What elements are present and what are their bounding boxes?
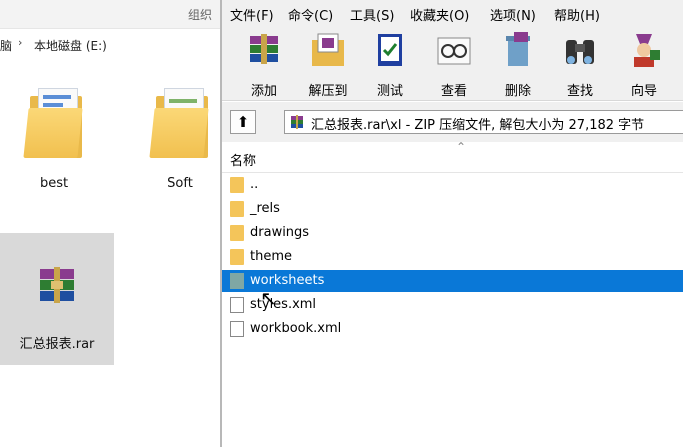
- explorer-ribbon: 组织: [0, 0, 220, 29]
- up-folder-button[interactable]: ⬆: [230, 110, 256, 134]
- delete-label: 删除: [504, 84, 531, 99]
- folder-icon: [230, 273, 244, 289]
- winrar-window: 文件(F) 命令(C) 工具(S) 收藏夹(O) 选项(N) 帮助(H) 添加 …: [220, 0, 683, 447]
- menu-help[interactable]: 帮助(H): [554, 5, 600, 24]
- menu-options[interactable]: 选项(N): [490, 5, 536, 24]
- explorer-window: 组织 脑 › 本地磁盘 (E:) best Soft 汇总报表.rar: [0, 0, 220, 447]
- rar-file-label: 汇总报表.rar: [19, 337, 95, 352]
- extract-folder-icon: [308, 30, 348, 70]
- delete-button[interactable]: 删除: [490, 30, 546, 99]
- list-item[interactable]: theme: [222, 246, 683, 268]
- list-item[interactable]: ..: [222, 174, 683, 196]
- winrar-archive-icon: [40, 267, 74, 303]
- list-item-name: theme: [250, 249, 292, 264]
- folder-icon: [149, 88, 210, 158]
- extract-to-label: 解压到: [308, 84, 348, 99]
- archive-path-text: 汇总报表.rar\xl - ZIP 压缩文件, 解包大小为 27,182 字节: [311, 118, 645, 133]
- folder-label: Soft: [167, 176, 193, 191]
- list-item[interactable]: styles.xml: [222, 294, 683, 316]
- list-item[interactable]: workbook.xml: [222, 318, 683, 340]
- explorer-address-bar[interactable]: 脑 › 本地磁盘 (E:): [0, 32, 220, 56]
- file-icon: [230, 321, 244, 337]
- column-name[interactable]: 名称: [230, 150, 256, 169]
- breadcrumb-separator-icon: ›: [18, 36, 23, 49]
- wizard-icon: [624, 30, 664, 70]
- mouse-cursor-icon: ↖: [260, 286, 277, 310]
- view-label: 查看: [440, 84, 467, 99]
- file-list-header: 名称 ⌃: [222, 140, 683, 173]
- list-item[interactable]: _rels: [222, 198, 683, 220]
- test-button[interactable]: 测试: [362, 30, 418, 99]
- extract-to-button[interactable]: 解压到: [300, 30, 356, 99]
- test-book-icon: [370, 30, 410, 70]
- wizard-label: 向导: [630, 84, 657, 99]
- breadcrumb-local-disk[interactable]: 本地磁盘 (E:): [34, 37, 107, 54]
- folder-icon: [230, 177, 244, 193]
- view-button[interactable]: 查看: [426, 30, 482, 99]
- folder-icon: [230, 249, 244, 265]
- folder-icon: [230, 225, 244, 241]
- organize-label[interactable]: 组织: [188, 6, 212, 23]
- menu-command[interactable]: 命令(C): [288, 5, 333, 24]
- file-list: .. _rels drawings theme worksheets style…: [222, 174, 683, 447]
- add-button[interactable]: 添加: [236, 30, 292, 99]
- list-item-name: _rels: [250, 201, 280, 216]
- list-item-selected[interactable]: worksheets: [222, 270, 683, 292]
- folder-icon: [230, 201, 244, 217]
- menu-tools[interactable]: 工具(S): [350, 5, 394, 24]
- list-item-name: ..: [250, 177, 259, 192]
- find-binoculars-icon: [560, 30, 600, 70]
- list-item[interactable]: drawings: [222, 222, 683, 244]
- folder-best[interactable]: best: [6, 88, 102, 191]
- sort-ascending-icon: ⌃: [456, 140, 467, 154]
- archive-path-field[interactable]: 汇总报表.rar\xl - ZIP 压缩文件, 解包大小为 27,182 字节: [284, 110, 683, 134]
- folder-label: best: [39, 176, 69, 191]
- toolbar: 添加 解压到 测试 查看 删除 查找 向导: [222, 26, 683, 101]
- test-label: 测试: [376, 84, 403, 99]
- path-bar: ⬆ 汇总报表.rar\xl - ZIP 压缩文件, 解包大小为 27,182 字…: [222, 102, 683, 142]
- view-glasses-icon: [434, 30, 474, 70]
- file-icon: [230, 297, 244, 313]
- breadcrumb-computer[interactable]: 脑: [0, 37, 12, 54]
- find-button[interactable]: 查找: [552, 30, 608, 99]
- menu-bar: 文件(F) 命令(C) 工具(S) 收藏夹(O) 选项(N) 帮助(H): [222, 0, 683, 26]
- folder-soft[interactable]: Soft: [132, 88, 228, 191]
- delete-recycle-icon: [498, 30, 538, 70]
- add-archive-icon: [244, 30, 284, 70]
- menu-favorites[interactable]: 收藏夹(O): [410, 5, 469, 24]
- list-item-name: workbook.xml: [250, 321, 342, 336]
- menu-file[interactable]: 文件(F): [230, 5, 274, 24]
- archive-small-icon: [291, 115, 303, 129]
- wizard-button[interactable]: 向导: [616, 30, 672, 99]
- list-item-name: drawings: [250, 225, 310, 240]
- find-label: 查找: [566, 84, 593, 99]
- rar-file-item[interactable]: 汇总报表.rar: [0, 233, 114, 365]
- up-arrow-icon: ⬆: [236, 113, 250, 131]
- add-label: 添加: [250, 84, 277, 99]
- folder-icon: [23, 88, 84, 158]
